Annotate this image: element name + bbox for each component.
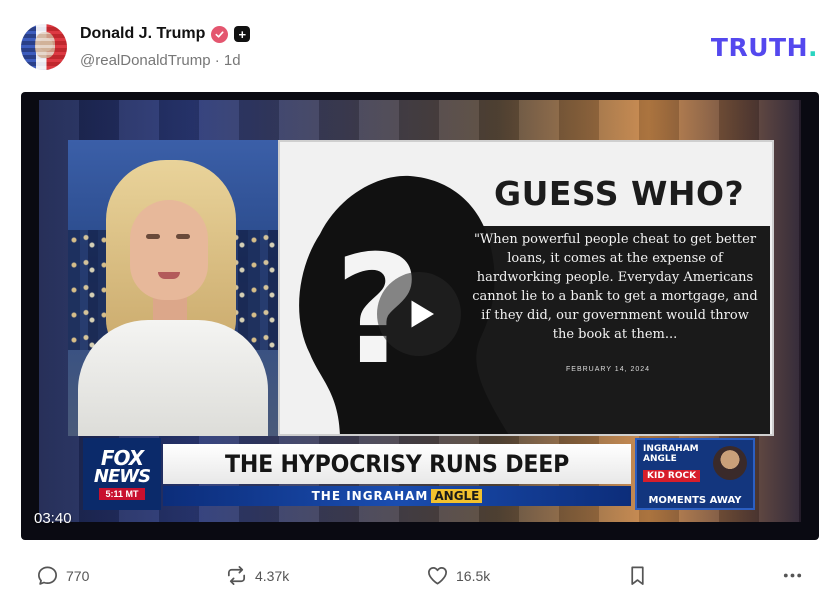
news-lower-third: FOX NEWS 5:11 MT THE HYPOCRISY RUNS DEEP…: [83, 438, 755, 510]
show-name-accent: ANGLE: [431, 489, 483, 503]
post-time-ago[interactable]: 1d: [224, 52, 241, 69]
promo-show-name: INGRAHAM ANGLE: [643, 444, 699, 464]
heart-icon: [428, 566, 447, 585]
headline-bar: THE HYPOCRISY RUNS DEEP: [163, 444, 631, 484]
logo-text: TRUTH: [710, 33, 808, 62]
host-face: [130, 200, 208, 300]
more-options-button[interactable]: [781, 564, 804, 587]
host-body: [78, 320, 268, 436]
retruth-button[interactable]: 4.37k: [225, 564, 289, 587]
guess-who-title: GUESS WHO?: [494, 174, 745, 213]
fox-news-logo: FOX NEWS 5:11 MT: [83, 438, 161, 510]
reply-count: 770: [66, 567, 90, 584]
avatar-flag-overlay: [21, 24, 67, 70]
video-host-panel: [68, 140, 278, 436]
guess-who-graphic: ? GUESS WHO? "When powerful people cheat…: [278, 140, 774, 436]
author-name-row: Donald J. Trump +: [80, 25, 251, 43]
video-duration: 03:40: [34, 510, 72, 527]
play-button[interactable]: [377, 272, 461, 356]
reply-icon: [38, 566, 57, 585]
avatar[interactable]: [21, 24, 67, 70]
reply-button[interactable]: 770: [36, 564, 89, 587]
logo-dot: .: [808, 33, 818, 62]
quote-text: "When powerful people cheat to get bette…: [472, 232, 758, 342]
retruth-icon: [227, 566, 246, 585]
verified-badge-icon: [211, 25, 229, 43]
like-count: 16.5k: [456, 567, 491, 584]
bookmark-button[interactable]: [626, 564, 649, 587]
author-handle-row: @realDonaldTrump · 1d: [80, 52, 241, 69]
promo-guest-photo: [713, 446, 747, 480]
post-header: Donald J. Trump + @realDonaldTrump · 1d …: [0, 0, 840, 92]
handle-separator: ·: [214, 52, 220, 69]
network-clock: 5:11 MT: [99, 488, 145, 500]
network-logo-line1: FOX: [100, 446, 144, 470]
like-button[interactable]: 16.5k: [426, 564, 490, 587]
upcoming-guest-promo: INGRAHAM ANGLE KID ROCK MOMENTS AWAY: [635, 438, 755, 510]
show-name-bar: THE INGRAHAM ANGLE: [163, 486, 631, 506]
plus-badge-icon: +: [234, 26, 251, 42]
show-name: THE INGRAHAM: [311, 489, 429, 503]
news-headline: THE HYPOCRISY RUNS DEEP: [224, 450, 570, 478]
network-logo-line2: NEWS: [93, 466, 151, 487]
quote-date: FEBRUARY 14, 2024: [566, 366, 651, 373]
promo-guest-name: KID ROCK: [643, 470, 701, 482]
promo-timing: MOMENTS AWAY: [648, 495, 742, 506]
author-handle[interactable]: @realDonaldTrump: [80, 52, 211, 69]
play-icon: [411, 300, 434, 328]
retruth-count: 4.37k: [255, 567, 290, 584]
more-dots-icon: [783, 573, 802, 578]
author-display-name[interactable]: Donald J. Trump: [80, 25, 205, 43]
video-player[interactable]: ? GUESS WHO? "When powerful people cheat…: [21, 92, 819, 540]
bookmark-icon: [631, 566, 644, 585]
truth-social-logo: TRUTH.: [711, 33, 818, 62]
post-actions-bar: 770 4.37k 16.5k: [0, 556, 840, 596]
